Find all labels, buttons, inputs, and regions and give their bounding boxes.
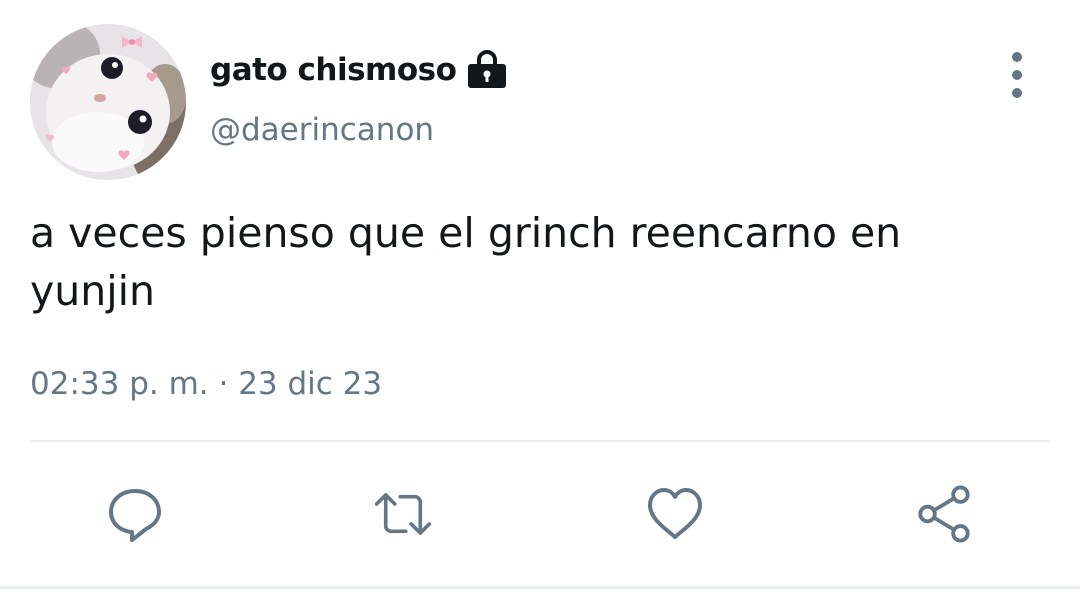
- avatar[interactable]: [30, 24, 186, 180]
- more-dot: [1012, 70, 1022, 80]
- share-button[interactable]: [914, 484, 974, 544]
- retweet-button[interactable]: [373, 484, 433, 544]
- like-button[interactable]: [645, 484, 705, 544]
- user-handle[interactable]: @daerincanon: [210, 112, 434, 148]
- bottom-divider: [0, 586, 1080, 589]
- more-options-button[interactable]: [1000, 52, 1034, 98]
- heart-icon: [648, 488, 702, 539]
- divider: [30, 440, 1050, 442]
- more-dot: [1012, 52, 1022, 62]
- display-name[interactable]: gato chismoso: [210, 52, 457, 88]
- tweet-card: gato chismoso @daerincanon a veces piens…: [0, 0, 1080, 606]
- cat-avatar-image: [30, 24, 186, 180]
- tweet-text: a veces pienso que el grinch reencarno e…: [30, 209, 902, 315]
- reply-button[interactable]: [105, 484, 165, 544]
- more-dot: [1012, 88, 1022, 98]
- tweet-timestamp[interactable]: 02:33 p. m. · 23 dic 23: [30, 366, 382, 402]
- lock-icon: [466, 50, 508, 90]
- display-name-row: gato chismoso: [210, 48, 508, 92]
- share-icon: [918, 485, 970, 543]
- retweet-icon: [374, 493, 432, 535]
- speech-bubble-icon: [109, 489, 161, 542]
